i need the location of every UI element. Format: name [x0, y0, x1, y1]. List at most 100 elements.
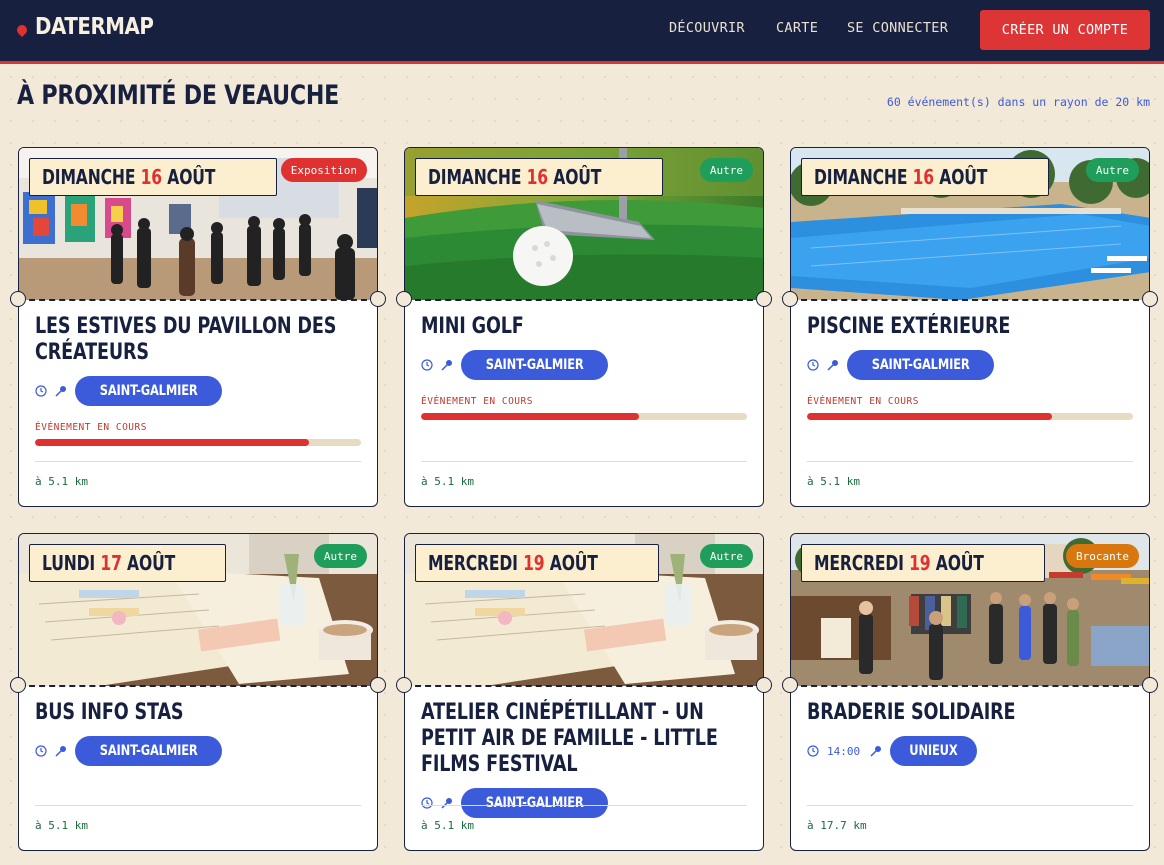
- brand-name: DATERMAP: [35, 14, 154, 40]
- event-month: AOÛT: [553, 165, 602, 189]
- city-name: SAINT-GALMIER: [99, 743, 198, 759]
- event-distance: à 5.1 km: [35, 819, 88, 832]
- clock-icon: [35, 385, 47, 397]
- signup-button[interactable]: CRÉER UN COMPTE: [980, 10, 1150, 50]
- date-badge: MERCREDI 19 AOÛT: [801, 544, 1045, 582]
- event-card[interactable]: LUNDI 17 AOÛT Autre BUS INFO STAS SAINT-…: [10, 533, 386, 851]
- progress-bar: [35, 439, 361, 446]
- progress-fill: [35, 439, 309, 446]
- city-tag[interactable]: SAINT-GALMIER: [847, 350, 995, 380]
- city-tag[interactable]: SAINT-GALMIER: [461, 788, 609, 818]
- progress-fill: [807, 413, 1052, 420]
- map-pin-icon: [441, 798, 452, 809]
- date-badge: DIMANCHE 16 AOÛT: [415, 158, 664, 196]
- brand-logo[interactable]: DATERMAP: [14, 14, 173, 40]
- event-status: ÉVÉNEMENT EN COURS: [35, 422, 147, 433]
- nav-link-map[interactable]: CARTE: [776, 20, 818, 36]
- event-title[interactable]: LES ESTIVES DU PAVILLON DES CRÉATEURS: [35, 314, 371, 366]
- card-divider: [807, 461, 1133, 462]
- event-weekday: MERCREDI: [814, 551, 904, 575]
- category-badge: Autre: [699, 544, 753, 568]
- event-card[interactable]: MERCREDI 19 AOÛT Autre ATELIER CINÉPÉTIL…: [396, 533, 772, 851]
- event-card[interactable]: DIMANCHE 16 AOÛT Exposition LES ESTIVES …: [10, 147, 386, 507]
- progress-bar: [807, 413, 1133, 420]
- event-weekday: LUNDI: [42, 551, 96, 575]
- city-tag[interactable]: UNIEUX: [890, 736, 977, 766]
- event-month: AOÛT: [549, 551, 598, 575]
- event-month: AOÛT: [127, 551, 176, 575]
- event-time: 14:00: [827, 744, 861, 758]
- event-title[interactable]: BRADERIE SOLIDAIRE: [807, 700, 1143, 726]
- progress-bar: [421, 413, 747, 420]
- city-tag[interactable]: SAINT-GALMIER: [75, 376, 223, 406]
- card-divider: [421, 805, 747, 806]
- clock-icon: [807, 745, 819, 757]
- event-day: 19: [523, 551, 545, 575]
- clock-icon: [421, 797, 433, 809]
- city-name: SAINT-GALMIER: [485, 795, 584, 811]
- city-name: SAINT-GALMIER: [871, 357, 970, 373]
- event-status: ÉVÉNEMENT EN COURS: [807, 396, 919, 407]
- nav-link-login[interactable]: SE CONNECTER: [847, 20, 948, 36]
- event-title[interactable]: ATELIER CINÉPÉTILLANT - UN PETIT AIR DE …: [421, 700, 757, 778]
- progress-fill: [421, 413, 640, 420]
- map-pin-icon: [441, 360, 452, 371]
- city-name: SAINT-GALMIER: [99, 383, 198, 399]
- top-navbar: DATERMAP DÉCOUVRIR CARTE SE CONNECTER CR…: [0, 0, 1164, 64]
- date-badge: LUNDI 17 AOÛT: [29, 544, 226, 582]
- map-pin-icon: [827, 360, 838, 371]
- event-image: MERCREDI 19 AOÛT Brocante: [791, 534, 1149, 686]
- event-card[interactable]: DIMANCHE 16 AOÛT Autre MINI GOLF SAINT-G…: [396, 147, 772, 507]
- card-divider: [807, 805, 1133, 806]
- category-badge: Autre: [1085, 158, 1139, 182]
- event-month: AOÛT: [935, 551, 984, 575]
- card-divider: [35, 461, 361, 462]
- date-badge: MERCREDI 19 AOÛT: [415, 544, 659, 582]
- clock-icon: [807, 359, 819, 371]
- event-day: 16: [140, 165, 163, 189]
- event-distance: à 5.1 km: [421, 819, 474, 832]
- card-divider: [421, 461, 747, 462]
- event-month: AOÛT: [167, 165, 216, 189]
- city-tag[interactable]: SAINT-GALMIER: [461, 350, 609, 380]
- event-month: AOÛT: [939, 165, 988, 189]
- category-badge: Autre: [699, 158, 753, 182]
- event-title[interactable]: BUS INFO STAS: [35, 700, 371, 726]
- event-distance: à 5.1 km: [421, 475, 474, 488]
- card-divider: [35, 805, 361, 806]
- category-badge: Autre: [313, 544, 367, 568]
- date-badge: DIMANCHE 16 AOÛT: [801, 158, 1050, 196]
- map-pin-icon: [55, 746, 66, 757]
- event-weekday: DIMANCHE: [428, 165, 522, 189]
- event-card[interactable]: MERCREDI 19 AOÛT Brocante BRADERIE SOLID…: [782, 533, 1158, 851]
- event-title[interactable]: PISCINE EXTÉRIEURE: [807, 314, 1143, 340]
- event-weekday: MERCREDI: [428, 551, 518, 575]
- event-day: 16: [912, 165, 935, 189]
- event-day: 19: [909, 551, 931, 575]
- event-image: DIMANCHE 16 AOÛT Exposition: [19, 148, 377, 300]
- event-status: ÉVÉNEMENT EN COURS: [421, 396, 533, 407]
- clock-icon: [35, 745, 47, 757]
- results-count: 60 événement(s) dans un rayon de 20 km: [886, 95, 1150, 109]
- city-name: SAINT-GALMIER: [485, 357, 584, 373]
- map-pin-icon: [14, 22, 30, 38]
- event-distance: à 17.7 km: [807, 819, 867, 832]
- city-name: UNIEUX: [909, 743, 958, 759]
- event-day: 16: [526, 165, 549, 189]
- city-tag[interactable]: SAINT-GALMIER: [75, 736, 223, 766]
- event-title[interactable]: MINI GOLF: [421, 314, 757, 340]
- map-pin-icon: [55, 386, 66, 397]
- event-distance: à 5.1 km: [35, 475, 88, 488]
- event-image: DIMANCHE 16 AOÛT Autre: [405, 148, 763, 300]
- nav-link-discover[interactable]: DÉCOUVRIR: [669, 20, 745, 36]
- clock-icon: [421, 359, 433, 371]
- event-day: 17: [100, 551, 122, 575]
- map-pin-icon: [870, 746, 882, 757]
- date-badge: DIMANCHE 16 AOÛT: [29, 158, 278, 196]
- event-card[interactable]: DIMANCHE 16 AOÛT Autre PISCINE EXTÉRIEUR…: [782, 147, 1158, 507]
- category-badge: Brocante: [1066, 544, 1139, 568]
- event-distance: à 5.1 km: [807, 475, 860, 488]
- event-image: LUNDI 17 AOÛT Autre: [19, 534, 377, 686]
- event-image: DIMANCHE 16 AOÛT Autre: [791, 148, 1149, 300]
- event-image: MERCREDI 19 AOÛT Autre: [405, 534, 763, 686]
